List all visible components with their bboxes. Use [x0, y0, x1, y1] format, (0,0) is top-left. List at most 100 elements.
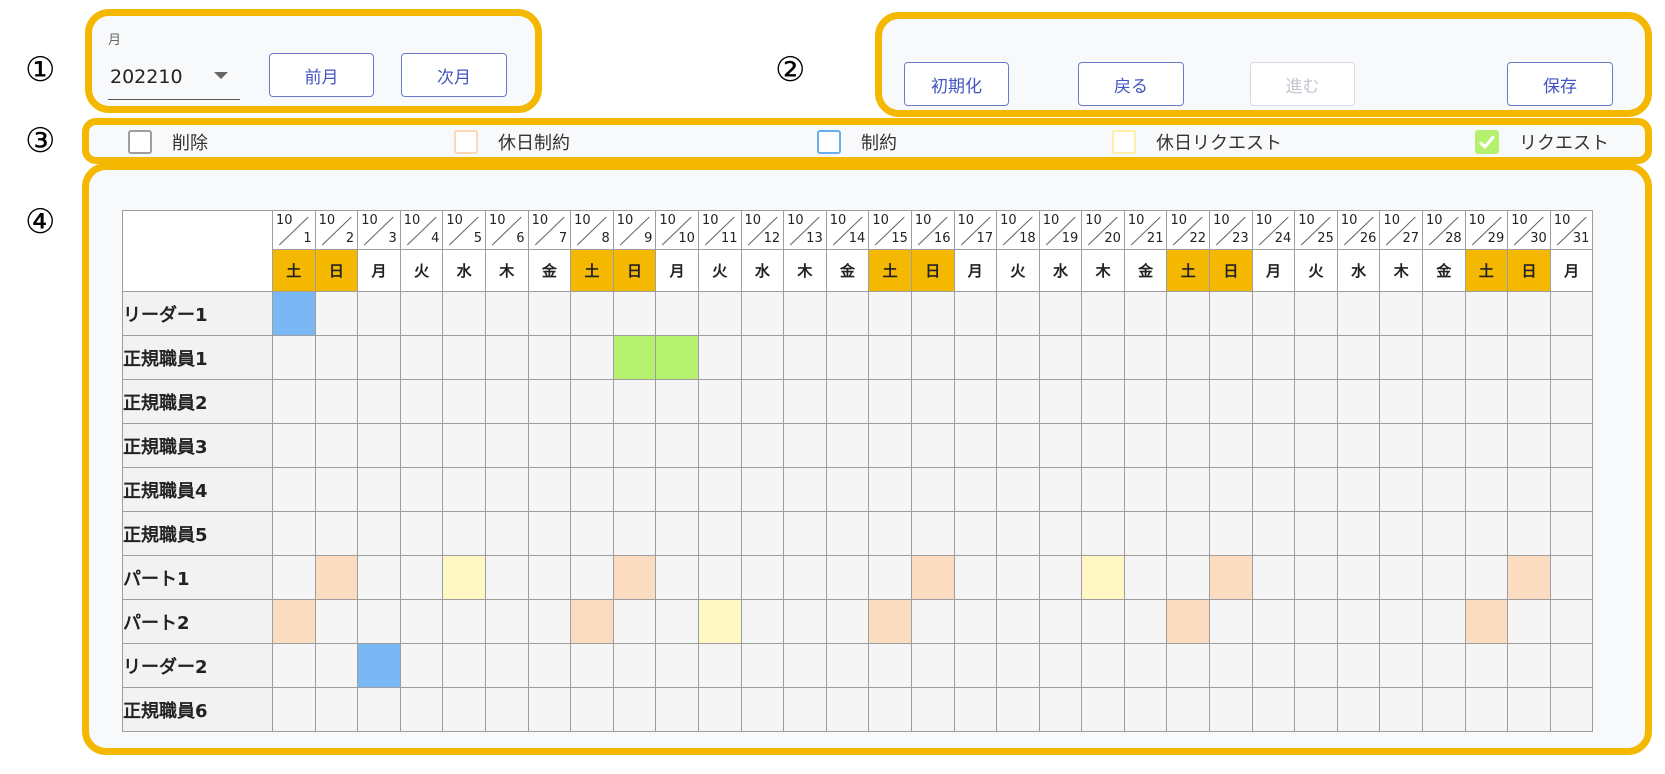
shift-cell[interactable] [1336, 643, 1381, 688]
shift-cell[interactable] [570, 643, 614, 688]
shift-cell[interactable] [1336, 511, 1381, 556]
shift-cell[interactable] [1422, 599, 1466, 644]
shift-cell[interactable] [740, 423, 785, 468]
legend-request-checkbox[interactable] [1475, 130, 1499, 154]
shift-cell[interactable] [1379, 643, 1424, 688]
legend-constraint[interactable]: 制約 [817, 128, 897, 156]
legend-delete[interactable]: 削除 [128, 128, 208, 156]
legend-holiday-request-checkbox[interactable] [1112, 130, 1136, 154]
shift-cell[interactable] [1336, 687, 1381, 732]
shift-cell[interactable] [1549, 423, 1594, 468]
shift-cell[interactable] [1294, 687, 1338, 732]
legend-constraint-checkbox[interactable] [817, 130, 841, 154]
shift-cell[interactable] [357, 555, 401, 600]
shift-cell[interactable] [527, 423, 572, 468]
shift-cell[interactable] [1251, 291, 1296, 336]
shift-cell[interactable] [484, 599, 529, 644]
shift-cell[interactable] [399, 335, 444, 380]
shift-cell[interactable] [655, 599, 699, 644]
shift-cell[interactable] [527, 511, 572, 556]
shift-cell[interactable] [1294, 379, 1338, 424]
shift-cell[interactable] [612, 643, 657, 688]
shift-cell[interactable] [697, 335, 742, 380]
shift-cell[interactable] [1166, 643, 1211, 688]
shift-cell[interactable] [910, 335, 955, 380]
shift-cell[interactable] [1294, 643, 1338, 688]
shift-cell[interactable] [783, 291, 827, 336]
shift-cell[interactable] [1209, 379, 1253, 424]
shift-cell[interactable] [399, 687, 444, 732]
shift-cell-constraint[interactable] [272, 291, 316, 336]
shift-cell[interactable] [612, 467, 657, 512]
shift-cell[interactable] [570, 687, 614, 732]
shift-cell[interactable] [570, 467, 614, 512]
shift-cell[interactable] [1209, 467, 1253, 512]
shift-cell[interactable] [357, 335, 401, 380]
shift-cell[interactable] [1123, 423, 1168, 468]
shift-cell[interactable] [1209, 599, 1253, 644]
shift-cell[interactable] [527, 599, 572, 644]
shift-cell[interactable] [314, 467, 359, 512]
shift-cell[interactable] [996, 379, 1040, 424]
shift-cell[interactable] [996, 423, 1040, 468]
shift-cell[interactable] [612, 423, 657, 468]
shift-cell-holiday-constraint[interactable] [1464, 599, 1509, 644]
shift-cell-holiday-constraint[interactable] [612, 555, 657, 600]
shift-cell[interactable] [1123, 379, 1168, 424]
shift-cell[interactable] [740, 643, 785, 688]
shift-cell[interactable] [1379, 335, 1424, 380]
shift-cell[interactable] [1166, 555, 1211, 600]
shift-cell[interactable] [357, 291, 401, 336]
shift-cell[interactable] [953, 467, 998, 512]
shift-cell[interactable] [484, 555, 529, 600]
month-select[interactable]: 202210 [108, 60, 240, 100]
shift-cell[interactable] [655, 511, 699, 556]
shift-cell[interactable] [1379, 379, 1424, 424]
shift-cell[interactable] [314, 599, 359, 644]
legend-request[interactable]: リクエスト [1475, 128, 1609, 156]
shift-cell[interactable] [825, 467, 870, 512]
shift-cell[interactable] [570, 423, 614, 468]
shift-cell[interactable] [1549, 379, 1594, 424]
shift-cell[interactable] [272, 511, 316, 556]
shift-cell[interactable] [1294, 335, 1338, 380]
shift-cell[interactable] [1081, 467, 1125, 512]
shift-cell[interactable] [953, 291, 998, 336]
shift-cell[interactable] [399, 467, 444, 512]
shift-cell[interactable] [1464, 643, 1509, 688]
shift-cell-holiday-constraint[interactable] [1209, 555, 1253, 600]
shift-cell[interactable] [272, 335, 316, 380]
shift-cell[interactable] [272, 379, 316, 424]
shift-cell[interactable] [399, 511, 444, 556]
shift-cell[interactable] [953, 599, 998, 644]
shift-cell[interactable] [996, 335, 1040, 380]
shift-cell[interactable] [996, 687, 1040, 732]
shift-cell[interactable] [1123, 467, 1168, 512]
shift-cell[interactable] [1038, 291, 1083, 336]
shift-cell[interactable] [1549, 511, 1594, 556]
shift-cell[interactable] [314, 379, 359, 424]
shift-cell[interactable] [910, 643, 955, 688]
shift-cell[interactable] [783, 423, 827, 468]
shift-cell[interactable] [825, 423, 870, 468]
shift-cell[interactable] [399, 291, 444, 336]
reset-button[interactable]: 初期化 [904, 62, 1009, 106]
shift-cell[interactable] [399, 555, 444, 600]
shift-cell[interactable] [357, 379, 401, 424]
shift-cell[interactable] [1123, 643, 1168, 688]
shift-cell[interactable] [399, 599, 444, 644]
shift-cell[interactable] [399, 423, 444, 468]
shift-cell[interactable] [1336, 335, 1381, 380]
shift-cell-constraint[interactable] [357, 643, 401, 688]
shift-cell[interactable] [570, 291, 614, 336]
shift-cell[interactable] [1251, 555, 1296, 600]
shift-cell-holiday-constraint[interactable] [868, 599, 912, 644]
shift-cell[interactable] [1422, 467, 1466, 512]
shift-cell[interactable] [740, 335, 785, 380]
shift-cell-holiday-constraint[interactable] [910, 555, 955, 600]
shift-cell[interactable] [697, 423, 742, 468]
shift-cell[interactable] [655, 423, 699, 468]
shift-cell[interactable] [570, 511, 614, 556]
shift-cell[interactable] [655, 687, 699, 732]
shift-cell[interactable] [272, 555, 316, 600]
